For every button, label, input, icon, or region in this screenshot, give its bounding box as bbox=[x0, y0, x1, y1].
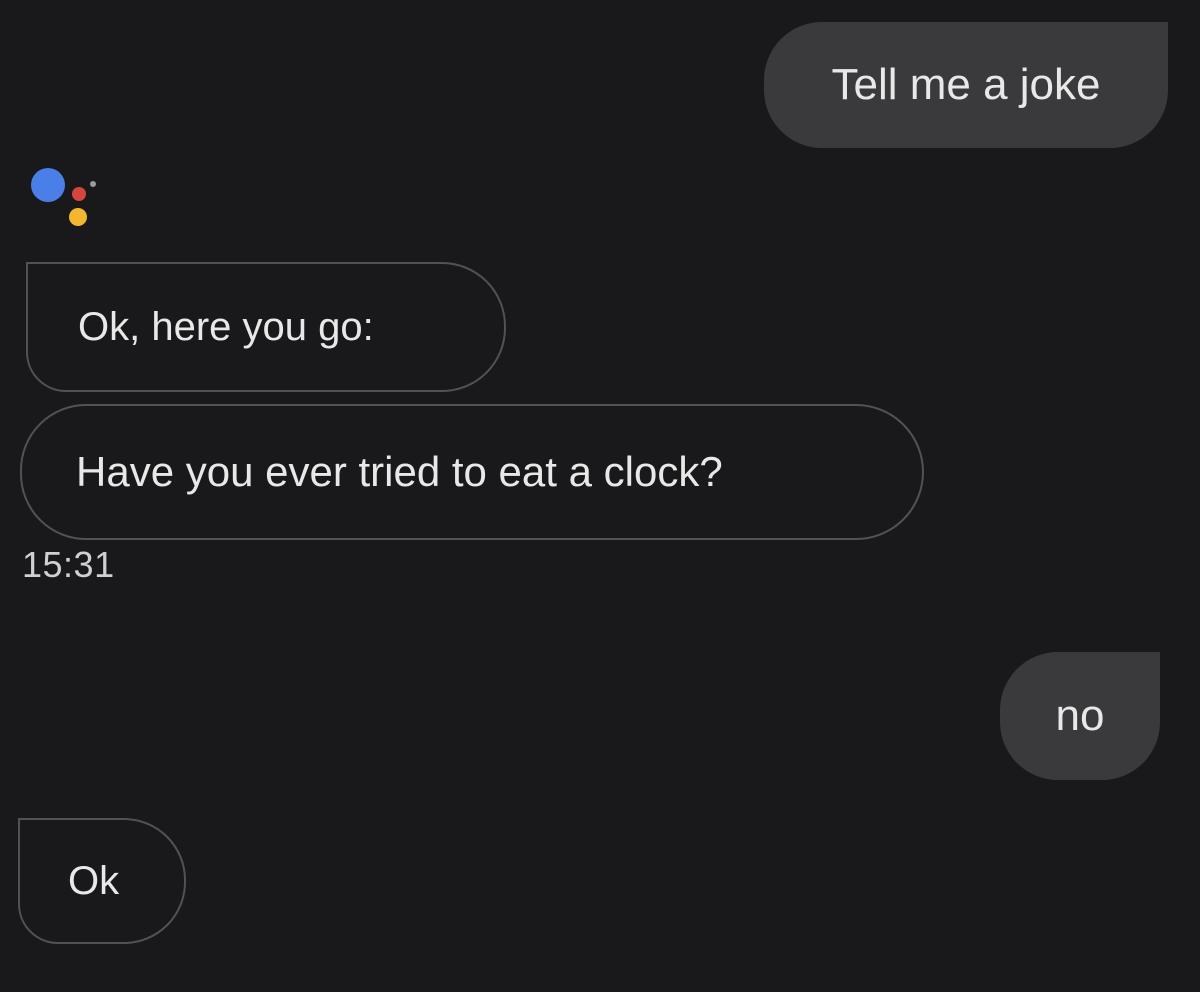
assistant-message-text: Have you ever tried to eat a clock? bbox=[76, 448, 723, 495]
user-message-text: Tell me a joke bbox=[831, 60, 1101, 109]
assistant-message-text: Ok bbox=[68, 859, 120, 903]
user-message-text: no bbox=[1055, 691, 1105, 740]
chat-screen: Tell me a joke Ok, here you go: Have you… bbox=[0, 0, 1200, 992]
user-message-bubble[interactable]: Tell me a joke bbox=[764, 22, 1168, 148]
message-timestamp: 15:31 bbox=[22, 544, 115, 585]
google-assistant-icon bbox=[31, 168, 96, 226]
assistant-message-text: Ok, here you go: bbox=[78, 305, 374, 349]
assistant-message-bubble[interactable]: Ok, here you go: bbox=[26, 262, 506, 392]
assistant-message-bubble[interactable]: Have you ever tried to eat a clock? bbox=[20, 404, 924, 540]
user-message-bubble[interactable]: no bbox=[1000, 652, 1160, 780]
assistant-message-bubble[interactable]: Ok bbox=[18, 818, 186, 944]
